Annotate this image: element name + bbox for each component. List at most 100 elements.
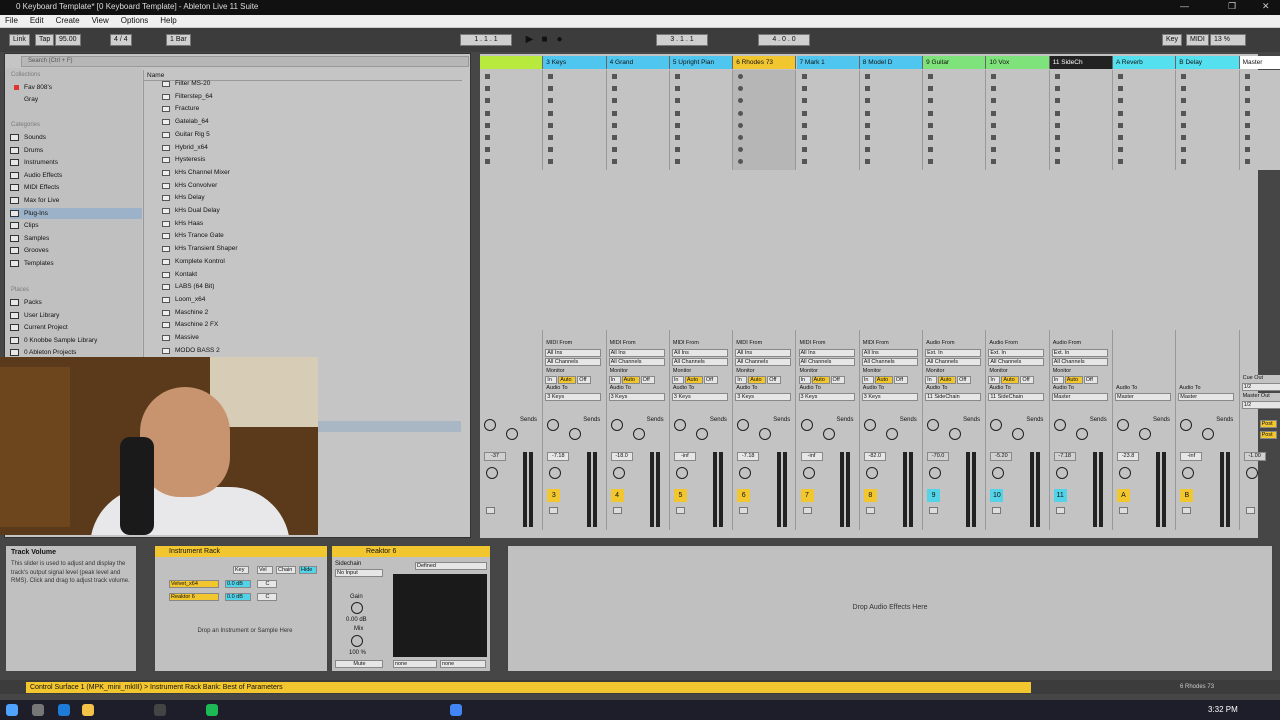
clip-slot-button[interactable] [1054,159,1060,165]
send-b-knob[interactable] [822,428,835,440]
clip-slot-button[interactable] [485,74,490,79]
menu-file[interactable]: File [0,15,23,26]
clip-slot-button[interactable] [864,159,870,165]
clip-slot-button[interactable] [864,147,870,153]
track-header[interactable]: 7 Mark 1 [796,56,860,69]
chain-pan-velvet[interactable]: C [257,580,277,588]
monitor-auto-button[interactable]: Auto [1001,376,1020,384]
tempo-field[interactable]: 95.00 [55,34,81,46]
category-audio-effects[interactable]: Audio Effects [10,170,142,181]
plugin-item[interactable]: kHs Delay [162,192,205,204]
plugin-item[interactable]: MODO BASS 2 [162,345,220,357]
chain-name-velvet[interactable]: Velvet_x64 [169,580,219,588]
track-activator[interactable]: 4 [610,489,624,502]
clip-slot-button[interactable] [991,159,997,165]
output-select[interactable]: 11 SideChain [988,393,1045,401]
track-volume[interactable]: -82.0 [863,452,886,461]
monitor-auto-button[interactable]: Auto [811,376,830,384]
track-activator[interactable]: 11 [1053,489,1067,502]
monitor-auto-button[interactable]: Auto [1064,376,1083,384]
monitor-in-button[interactable]: In [798,376,811,384]
track-header[interactable]: 11 SideCh [1049,56,1113,69]
clip-slot-button[interactable] [611,159,617,165]
track-header[interactable]: 5 Upright Pian [669,56,734,69]
track-header[interactable]: 8 Model D [859,56,924,69]
clip-slot-button[interactable] [928,86,934,92]
menu-options[interactable]: Options [116,15,154,26]
plugin-item[interactable]: kHs Dual Delay [162,205,220,217]
clip-slot-button[interactable] [864,74,870,79]
pan-knob[interactable] [675,467,688,479]
track-activator[interactable]: 9 [927,489,941,502]
input-channel-select[interactable]: All Channels [735,358,792,366]
category-sounds[interactable]: Sounds [10,132,142,143]
clip-slot-button[interactable] [738,159,744,165]
track-activator[interactable]: 10 [990,489,1004,502]
close-icon[interactable]: ✕ [1262,1,1270,12]
stop-icon[interactable]: ■ [539,34,550,45]
pan-knob[interactable] [929,467,942,479]
clip-slot-button[interactable] [801,98,807,104]
monitor-in-button[interactable]: In [671,376,684,384]
place-user-library[interactable]: User Library [10,310,142,321]
clip-slot-button[interactable] [864,122,870,128]
signature-field[interactable]: 4 / 4 [110,34,132,46]
task-view-icon[interactable] [32,704,44,716]
clip-slot-button[interactable] [548,135,554,140]
track-header[interactable] [480,56,544,69]
clip-slot-button[interactable] [1054,135,1060,140]
rack-chain-button[interactable]: Chain [276,566,296,574]
clip-slot-button[interactable] [1054,122,1060,128]
track-header[interactable]: 10 Vox [986,56,1050,69]
clip-slot-button[interactable] [1181,110,1187,116]
clip-slot-button[interactable] [548,98,554,104]
collection-gray[interactable]: Gray [10,94,142,105]
clip-slot-button[interactable] [674,147,680,153]
clip-slot-button[interactable] [674,98,680,104]
clip-slot-button[interactable] [485,98,490,104]
input-select[interactable]: Ext. In [988,349,1045,357]
send-a-knob[interactable] [1117,419,1129,431]
rack-key-button[interactable]: Key [233,566,249,574]
clip-slot-button[interactable] [611,110,617,116]
track-volume[interactable]: -70.0 [927,452,950,461]
clip-slot-button[interactable] [1054,98,1060,104]
record-icon[interactable]: ● [554,34,565,45]
clip-slot-button[interactable] [991,86,997,92]
output-select[interactable]: 11 SideChain [925,393,982,401]
plugin-item[interactable]: kHs Haas [162,218,203,230]
clip-slot-button[interactable] [674,159,680,165]
plugin-item[interactable]: Gatelab_64 [162,116,209,128]
place-0-knobbe-sample-library[interactable]: 0 Knobbe Sample Library [10,335,142,346]
pan-knob[interactable] [486,467,498,479]
file-explorer-icon[interactable] [82,704,94,716]
ableton-icon[interactable] [154,704,166,716]
spotify-icon[interactable] [206,704,218,716]
chrome-icon[interactable] [450,704,462,716]
clip-slot-button[interactable] [548,159,554,165]
clip-slot-button[interactable] [801,135,807,140]
track-header[interactable]: 9 Guitar [923,56,987,69]
track-activator[interactable]: 3 [547,489,561,502]
send-b-knob[interactable] [695,428,708,440]
tap-button[interactable]: Tap [35,34,55,46]
loop-start-field[interactable]: 3 . 1 . 1 [656,34,708,46]
solo-button[interactable] [865,507,875,514]
clip-slot-button[interactable] [548,147,554,153]
monitor-off-button[interactable]: Off [703,376,718,384]
clip-slot-button[interactable] [611,122,617,128]
clip-slot-button[interactable] [1244,135,1250,140]
output-select[interactable]: 3 Keys [608,393,665,401]
pan-knob[interactable] [802,467,815,479]
clip-slot-button[interactable] [1118,159,1123,165]
output-select[interactable]: 3 Keys [735,393,792,401]
solo-button[interactable] [1119,507,1128,514]
clip-slot-button[interactable] [738,147,744,153]
clip-slot-button[interactable] [738,98,744,104]
clip-slot-button[interactable] [864,86,870,92]
plugin-item[interactable]: Fracture [162,103,199,115]
clip-slot-button[interactable] [801,159,807,165]
monitor-auto-button[interactable]: Auto [748,376,767,384]
clip-slot-button[interactable] [738,135,744,140]
input-select[interactable]: Ext. In [1051,349,1108,357]
